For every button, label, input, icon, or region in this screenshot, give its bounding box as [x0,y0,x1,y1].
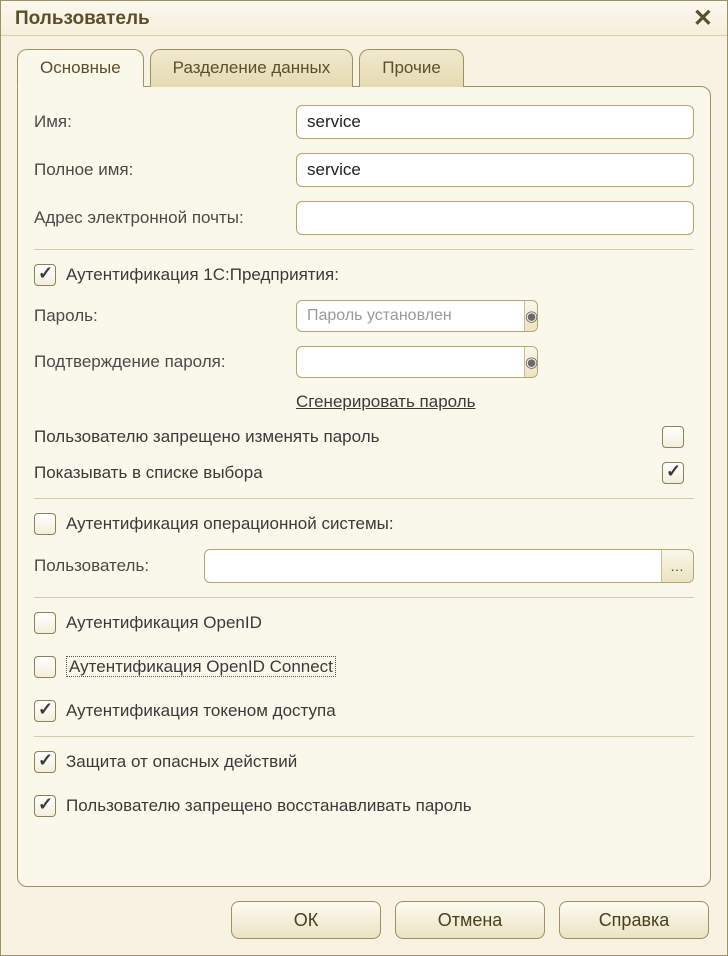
divider [34,498,694,499]
close-icon[interactable]: ✕ [689,7,717,31]
password-confirm-reveal-icon[interactable]: ◉ [524,347,538,377]
fullname-label: Полное имя: [34,160,296,180]
openid-label: Аутентификация OpenID [66,613,262,633]
forbid-change-password-label: Пользователю запрещено изменять пароль [34,427,379,447]
name-input[interactable] [296,105,694,139]
divider [34,249,694,250]
tabpanel-main: Имя: Полное имя: Адрес электронной почты… [17,86,711,887]
tab-other[interactable]: Прочие [359,49,464,87]
row-os-user: Пользователь: … [34,549,694,583]
row-password-confirm: Подтверждение пароля: ◉ [34,346,694,378]
row-generate-password: Сгенерировать пароль [34,392,694,412]
os-user-input[interactable] [205,550,661,582]
os-user-input-wrap: … [204,549,694,583]
row-password: Пароль: ◉ [34,300,694,332]
email-input[interactable] [296,201,694,235]
divider [34,597,694,598]
show-in-list-label: Показывать в списке выбора [34,463,263,483]
forbid-restore-label: Пользователю запрещено восстанавливать п… [66,796,472,816]
os-auth-checkbox[interactable] [34,513,56,535]
openid-connect-focus: Аутентификация OpenID Connect [66,656,336,677]
row-auth-1c: Аутентификация 1С:Предприятия: [34,264,694,286]
os-auth-label: Аутентификация операционной системы: [66,514,394,534]
auth-1c-checkbox[interactable] [34,264,56,286]
email-label: Адрес электронной почты: [34,208,296,228]
row-email: Адрес электронной почты: [34,201,694,235]
tab-main[interactable]: Основные [17,49,144,87]
row-name: Имя: [34,105,694,139]
openid-connect-checkbox[interactable] [34,656,56,678]
help-button[interactable]: Справка [559,901,709,939]
password-input-wrap: ◉ [296,300,538,332]
password-reveal-icon[interactable]: ◉ [524,301,538,331]
token-auth-checkbox[interactable] [34,700,56,722]
show-in-list-checkbox[interactable] [662,462,684,484]
window-title: Пользователь [15,8,150,30]
password-confirm-label: Подтверждение пароля: [34,352,296,372]
ok-button[interactable]: ОК [231,901,381,939]
row-protect-actions: Защита от опасных действий [34,751,694,773]
password-confirm-input-wrap: ◉ [296,346,538,378]
tabstrip: Основные Разделение данных Прочие [17,48,711,86]
cancel-button[interactable]: Отмена [395,901,545,939]
os-user-label: Пользователь: [34,556,204,576]
name-label: Имя: [34,112,296,132]
row-forbid-change-password: Пользователю запрещено изменять пароль [34,426,694,448]
row-openid: Аутентификация OpenID [34,612,694,634]
protect-actions-checkbox[interactable] [34,751,56,773]
row-token-auth: Аутентификация токеном доступа [34,700,694,722]
fullname-input[interactable] [296,153,694,187]
divider [34,736,694,737]
row-os-auth: Аутентификация операционной системы: [34,513,694,535]
generate-password-link[interactable]: Сгенерировать пароль [296,392,476,412]
row-forbid-restore: Пользователю запрещено восстанавливать п… [34,795,694,817]
protect-actions-label: Защита от опасных действий [66,752,297,772]
token-auth-label: Аутентификация токеном доступа [66,701,336,721]
forbid-restore-checkbox[interactable] [34,795,56,817]
auth-1c-label: Аутентификация 1С:Предприятия: [66,265,339,285]
tab-data-split[interactable]: Разделение данных [150,49,354,87]
password-input[interactable] [297,301,524,331]
password-label: Пароль: [34,306,296,326]
row-show-in-list: Показывать в списке выбора [34,462,694,484]
titlebar: Пользователь ✕ [1,1,727,36]
forbid-change-password-checkbox[interactable] [662,426,684,448]
tabs-area: Основные Разделение данных Прочие Имя: П… [1,36,727,887]
user-dialog: Пользователь ✕ Основные Разделение данны… [0,0,728,956]
os-user-browse-button[interactable]: … [661,550,693,582]
openid-connect-label: Аутентификация OpenID Connect [66,657,336,677]
row-fullname: Полное имя: [34,153,694,187]
openid-checkbox[interactable] [34,612,56,634]
button-bar: ОК Отмена Справка [1,887,727,955]
password-confirm-input[interactable] [297,347,524,377]
row-openid-connect: Аутентификация OpenID Connect [34,656,694,678]
